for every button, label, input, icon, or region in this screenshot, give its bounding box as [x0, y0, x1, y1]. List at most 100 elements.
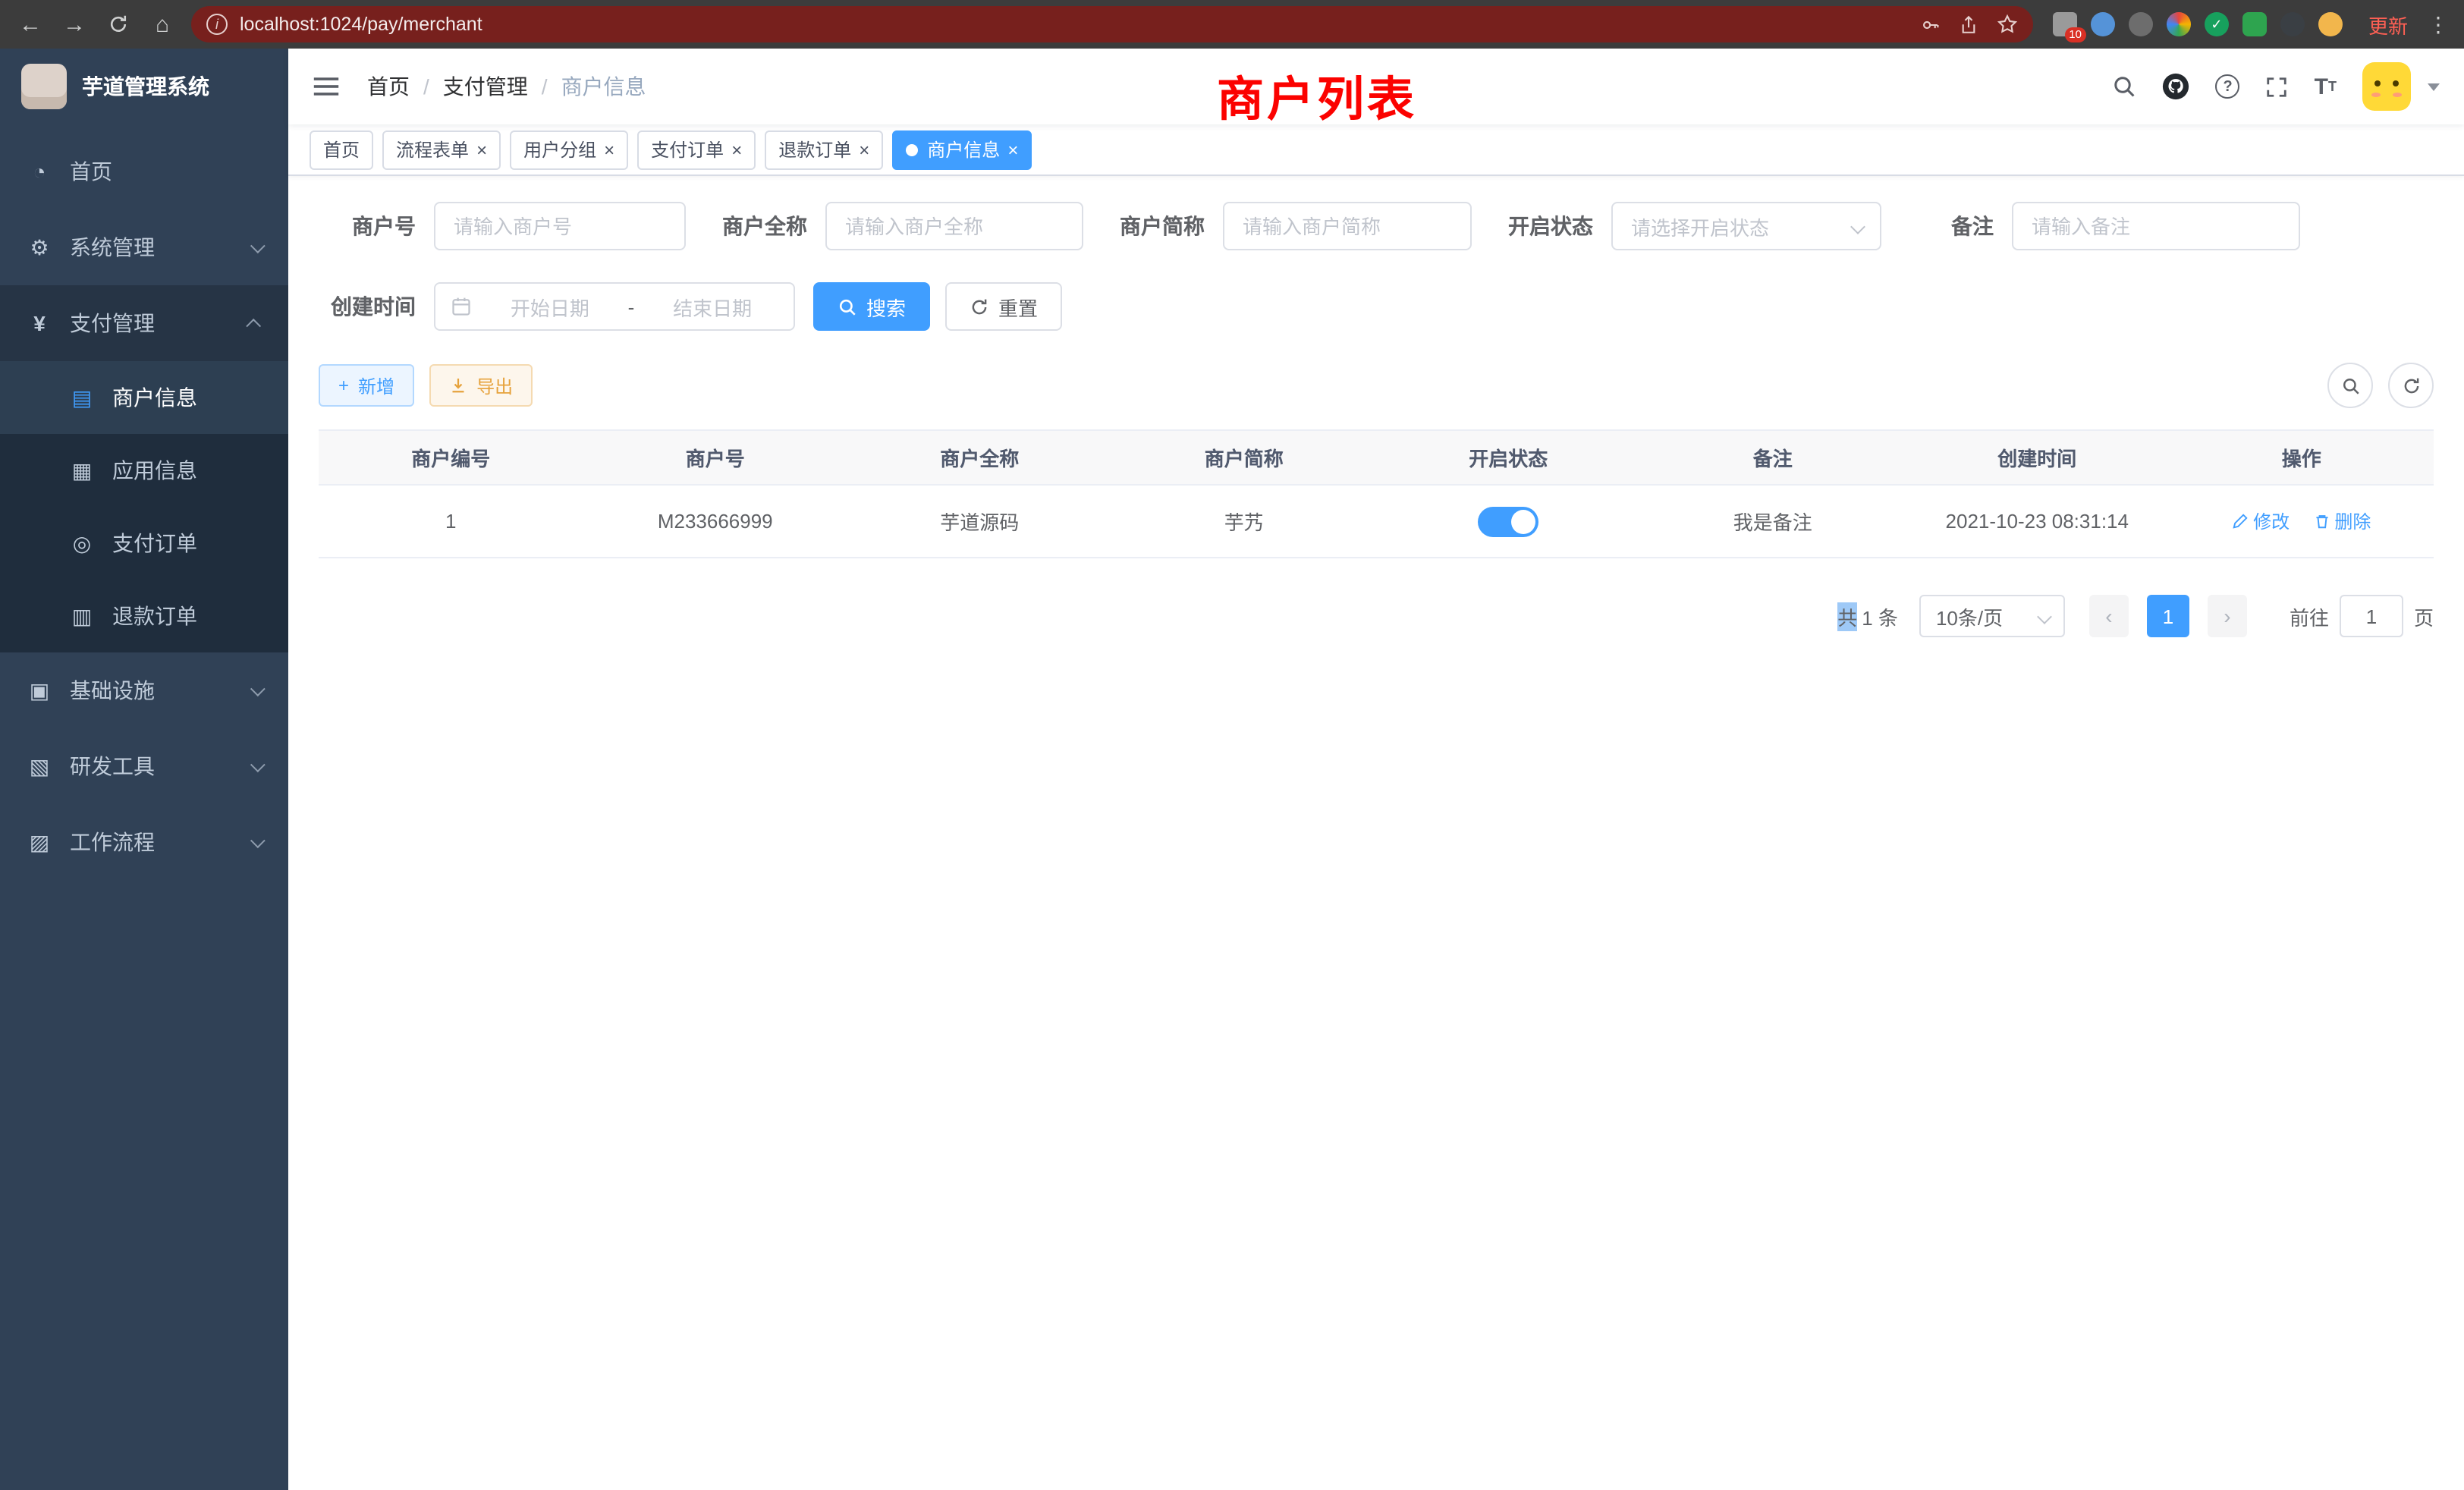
- app-title: 芋道管理系统: [82, 71, 209, 102]
- prev-page-button[interactable]: ‹: [2089, 595, 2129, 637]
- sidebar-item-merchant-info[interactable]: ▤ 商户信息: [0, 361, 288, 434]
- merchant-no-input[interactable]: [434, 202, 686, 250]
- extension-icon[interactable]: [2242, 12, 2267, 36]
- page-number-1[interactable]: 1: [2147, 595, 2189, 637]
- workflow-icon: ▨: [27, 829, 52, 855]
- short-name-input[interactable]: [1223, 202, 1472, 250]
- reset-button[interactable]: 重置: [945, 282, 1062, 331]
- search-button[interactable]: 搜索: [813, 282, 930, 331]
- goto-page-input[interactable]: [2340, 595, 2403, 637]
- reload-icon[interactable]: [103, 14, 134, 35]
- help-icon[interactable]: ?: [2216, 74, 2240, 99]
- back-icon[interactable]: ←: [15, 13, 46, 36]
- tab-pay-order[interactable]: 支付订单 ×: [637, 130, 756, 169]
- col-remark: 备注: [1641, 430, 1906, 485]
- avatar-caret-icon[interactable]: [2428, 83, 2440, 90]
- cell-actions: 修改 删除: [2170, 485, 2434, 558]
- breadcrumb-home[interactable]: 首页: [367, 71, 410, 102]
- extension-icons: 10 ✓: [2047, 12, 2349, 36]
- password-key-icon[interactable]: [1921, 14, 1941, 34]
- edit-button[interactable]: 修改: [2232, 508, 2290, 534]
- browser-menu-icon[interactable]: ⋮: [2428, 11, 2449, 37]
- table-header-row: 商户编号 商户号 商户全称 商户简称 开启状态 备注 创建时间 操作: [319, 430, 2434, 485]
- toggle-search-icon[interactable]: [2327, 363, 2373, 408]
- share-icon[interactable]: [1959, 14, 1978, 34]
- chevron-down-icon: [250, 756, 266, 772]
- extensions-puzzle-icon[interactable]: 10: [2053, 12, 2077, 36]
- cell-short-name: 芋艿: [1112, 485, 1377, 558]
- site-info-icon[interactable]: i: [206, 14, 228, 35]
- tab-home[interactable]: 首页: [310, 130, 373, 169]
- full-name-input[interactable]: [825, 202, 1083, 250]
- breadcrumb: 首页 / 支付管理 / 商户信息: [367, 71, 646, 102]
- user-avatar[interactable]: [2362, 62, 2411, 111]
- sidebar-menu: ◔ 首页 ⚙ 系统管理 ¥ 支付管理 ▤ 商户信息: [0, 124, 288, 880]
- sidebar-item-devtools[interactable]: ▧ 研发工具: [0, 728, 288, 804]
- next-page-button[interactable]: ›: [2208, 595, 2247, 637]
- sidebar-item-home[interactable]: ◔ 首页: [0, 134, 288, 209]
- extension-icon[interactable]: [2318, 12, 2343, 36]
- add-button[interactable]: + 新增: [319, 364, 414, 407]
- github-icon[interactable]: [2163, 73, 2190, 100]
- tab-process-form[interactable]: 流程表单 ×: [382, 130, 501, 169]
- status-select[interactable]: 请选择开启状态: [1611, 202, 1881, 250]
- browser-update-button[interactable]: 更新: [2368, 10, 2408, 39]
- extension-icon[interactable]: ✓: [2205, 12, 2229, 36]
- sidebar-item-infrastructure[interactable]: ▣ 基础设施: [0, 652, 288, 728]
- status-toggle[interactable]: [1478, 506, 1538, 536]
- export-button[interactable]: 导出: [429, 364, 533, 407]
- close-tab-icon[interactable]: ×: [859, 140, 869, 159]
- sidebar-item-system[interactable]: ⚙ 系统管理: [0, 209, 288, 285]
- cell-remark: 我是备注: [1641, 485, 1906, 558]
- home-icon[interactable]: ⌂: [147, 13, 178, 36]
- chevron-down-icon: [250, 681, 266, 696]
- remark-input[interactable]: [2012, 202, 2300, 250]
- tab-merchant-info[interactable]: 商户信息 ×: [892, 130, 1032, 169]
- address-bar[interactable]: i localhost:1024/pay/merchant: [191, 6, 2033, 42]
- plus-icon: +: [338, 375, 349, 396]
- fullscreen-icon[interactable]: [2266, 75, 2289, 98]
- cell-create-time: 2021-10-23 08:31:14: [1905, 485, 2170, 558]
- yen-icon: ¥: [27, 311, 52, 335]
- extension-icon[interactable]: [2280, 12, 2305, 36]
- sidebar-item-payment[interactable]: ¥ 支付管理: [0, 285, 288, 361]
- sidebar-item-workflow[interactable]: ▨ 工作流程: [0, 804, 288, 880]
- close-tab-icon[interactable]: ×: [1007, 140, 1018, 159]
- sidebar-item-pay-order[interactable]: ◎ 支付订单: [0, 507, 288, 580]
- close-tab-icon[interactable]: ×: [604, 140, 614, 159]
- cell-status: [1376, 485, 1641, 558]
- chevron-down-icon: [2037, 609, 2052, 624]
- search-icon[interactable]: [2113, 74, 2137, 99]
- create-time-range-picker[interactable]: 开始日期 - 结束日期: [434, 282, 795, 331]
- bookmark-star-icon[interactable]: [1997, 14, 2018, 35]
- col-actions: 操作: [2170, 430, 2434, 485]
- breadcrumb-payment[interactable]: 支付管理: [443, 71, 528, 102]
- sidebar-item-label: 支付订单: [112, 528, 197, 558]
- tabs-bar: 首页 流程表单 × 用户分组 × 支付订单 × 退款订单 ×: [288, 124, 2464, 176]
- tab-user-group[interactable]: 用户分组 ×: [510, 130, 628, 169]
- sidebar-item-refund-order[interactable]: ▥ 退款订单: [0, 580, 288, 652]
- page-size-select[interactable]: 10条/页: [1919, 595, 2065, 637]
- close-tab-icon[interactable]: ×: [476, 140, 487, 159]
- extension-icon[interactable]: [2091, 12, 2115, 36]
- col-merchant-no: 商户号: [583, 430, 848, 485]
- table-row: 1 M233666999 芋道源码 芋艿 我是备注 2021-10-23 08:…: [319, 485, 2434, 558]
- extension-icon[interactable]: [2167, 12, 2191, 36]
- font-size-icon[interactable]: TT: [2315, 75, 2337, 98]
- merchant-list-page: 商户号 商户全称 商户简称 开启状态 请选择开启状态: [288, 176, 2464, 1490]
- col-create-time: 创建时间: [1905, 430, 2170, 485]
- delete-button[interactable]: 删除: [2313, 508, 2371, 534]
- payment-submenu: ▤ 商户信息 ▦ 应用信息 ◎ 支付订单 ▥ 退款订单: [0, 361, 288, 652]
- sidebar-item-label: 系统管理: [70, 232, 155, 262]
- refresh-table-icon[interactable]: [2388, 363, 2434, 408]
- logo[interactable]: 芋道管理系统: [0, 49, 288, 124]
- extension-icon[interactable]: [2129, 12, 2153, 36]
- forward-icon[interactable]: →: [59, 13, 90, 36]
- sidebar-toggle-icon[interactable]: [313, 73, 340, 100]
- sidebar: 芋道管理系统 ◔ 首页 ⚙ 系统管理 ¥ 支付管理: [0, 49, 288, 1490]
- tab-refund-order[interactable]: 退款订单 ×: [765, 130, 883, 169]
- sidebar-item-app-info[interactable]: ▦ 应用信息: [0, 434, 288, 507]
- pagination: 共 1 条 10条/页 ‹ 1 › 前往 页: [319, 595, 2434, 637]
- close-tab-icon[interactable]: ×: [731, 140, 742, 159]
- cell-full-name: 芋道源码: [847, 485, 1112, 558]
